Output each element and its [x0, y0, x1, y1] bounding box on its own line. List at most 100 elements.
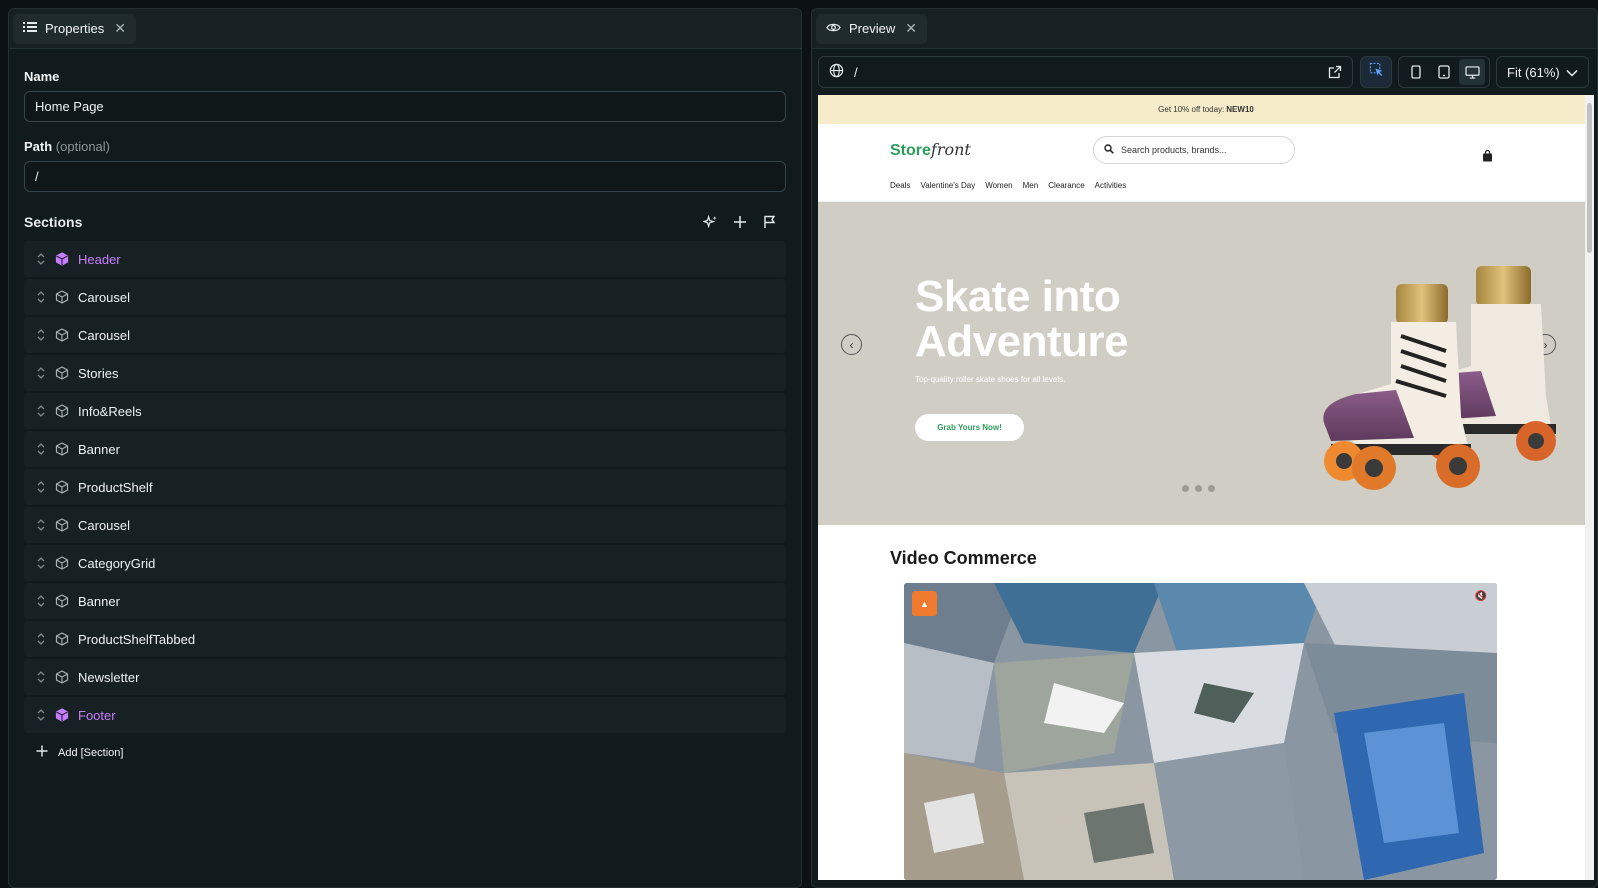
- properties-panel: Properties ✕ Name Home Page Path (option…: [8, 8, 802, 888]
- tab-preview[interactable]: Preview ✕: [816, 13, 927, 44]
- mute-icon[interactable]: 🔇: [1475, 591, 1487, 602]
- site-logo[interactable]: Storefront: [890, 140, 971, 160]
- hero-subtitle: Top-quality roller skate shoes for all l…: [915, 375, 1066, 384]
- desktop-icon[interactable]: [1459, 59, 1485, 85]
- promo-code: NEW10: [1226, 105, 1254, 114]
- drag-handle-icon[interactable]: [36, 443, 46, 455]
- cube-icon: [55, 518, 69, 532]
- roller-skates-image: [1323, 266, 1556, 490]
- sections-title: Sections: [24, 214, 83, 230]
- logo-italic-text: front: [930, 140, 971, 159]
- zoom-select[interactable]: Fit (61%): [1496, 56, 1589, 88]
- site-nav-item[interactable]: Clearance: [1048, 181, 1084, 190]
- drag-handle-icon[interactable]: [36, 481, 46, 493]
- site-nav-item[interactable]: Activities: [1095, 181, 1127, 190]
- sparkles-icon[interactable]: [702, 214, 718, 230]
- drag-handle-icon[interactable]: [36, 367, 46, 379]
- tablet-icon[interactable]: [1431, 59, 1457, 85]
- add-section-label: Add [Section]: [58, 746, 124, 759]
- section-row-carousel[interactable]: Carousel: [24, 507, 786, 543]
- drag-handle-icon[interactable]: [36, 709, 46, 721]
- drag-handle-icon[interactable]: [36, 557, 46, 569]
- section-row-stories[interactable]: Stories: [24, 355, 786, 391]
- site-nav-item[interactable]: Deals: [890, 181, 910, 190]
- name-label: Name: [24, 69, 60, 84]
- eye-icon: [826, 21, 841, 36]
- site-nav-item[interactable]: Women: [985, 181, 1012, 190]
- plus-icon: [36, 745, 48, 760]
- video-player[interactable]: ▲ 🔇: [904, 583, 1497, 880]
- section-row-productshelftabbed[interactable]: ProductShelfTabbed: [24, 621, 786, 657]
- drag-handle-icon[interactable]: [36, 329, 46, 341]
- video-commerce-title: Video Commerce: [890, 548, 1037, 568]
- promo-text: Get 10% off today:: [1158, 105, 1225, 114]
- section-row-carousel[interactable]: Carousel: [24, 317, 786, 353]
- drag-handle-icon[interactable]: [36, 519, 46, 531]
- drag-handle-icon[interactable]: [36, 633, 46, 645]
- preview-toolbar: Fit (61%): [1360, 56, 1589, 88]
- cube-icon: [55, 708, 69, 722]
- section-row-newsletter[interactable]: Newsletter: [24, 659, 786, 695]
- scrollbar-thumb[interactable]: [1587, 103, 1592, 253]
- video-frame-image: [904, 583, 1497, 880]
- shopping-bag-icon[interactable]: [1482, 149, 1493, 167]
- tab-properties[interactable]: Properties ✕: [13, 13, 136, 44]
- section-row-banner[interactable]: Banner: [24, 583, 786, 619]
- site-nav-item[interactable]: Valentine's Day: [920, 181, 975, 190]
- hero-cta-button[interactable]: Grab Yours Now!: [915, 414, 1024, 441]
- section-label: Carousel: [78, 327, 131, 343]
- add-section-button[interactable]: Add [Section]: [24, 735, 786, 770]
- site-nav-item[interactable]: Men: [1023, 181, 1039, 190]
- carousel-dot[interactable]: [1208, 485, 1215, 492]
- flag-icon[interactable]: [762, 214, 778, 230]
- select-element-button[interactable]: [1360, 56, 1392, 88]
- hero-carousel: Skate into Adventure Top-quality roller …: [818, 202, 1594, 525]
- cube-icon: [55, 480, 69, 494]
- sections-header: Sections: [24, 209, 786, 235]
- preview-panel: Preview ✕ / Fit (61%) Get 10% off today:…: [811, 8, 1598, 888]
- drag-handle-icon[interactable]: [36, 253, 46, 265]
- cube-icon: [55, 290, 69, 304]
- tab-preview-label: Preview: [849, 21, 896, 36]
- mobile-icon[interactable]: [1403, 59, 1429, 85]
- section-row-banner[interactable]: Banner: [24, 431, 786, 467]
- section-row-header[interactable]: Header: [24, 241, 786, 277]
- url-bar[interactable]: /: [818, 56, 1353, 88]
- cube-icon: [55, 632, 69, 646]
- drag-handle-icon[interactable]: [36, 671, 46, 683]
- properties-tabbar: Properties ✕: [9, 9, 801, 49]
- search-icon: [1104, 144, 1114, 156]
- section-label: Header: [78, 251, 121, 267]
- preview-scrollbar[interactable]: [1585, 95, 1594, 880]
- section-row-categorygrid[interactable]: CategoryGrid: [24, 545, 786, 581]
- path-field[interactable]: /: [24, 161, 786, 192]
- external-link-icon[interactable]: [1328, 65, 1342, 79]
- section-row-info-reels[interactable]: Info&Reels: [24, 393, 786, 429]
- carousel-dots: [1182, 485, 1215, 492]
- cube-icon: [55, 556, 69, 570]
- carousel-dot[interactable]: [1195, 485, 1202, 492]
- carousel-prev-icon[interactable]: ‹: [841, 334, 862, 355]
- cube-icon: [55, 404, 69, 418]
- path-optional-hint: (optional): [55, 139, 110, 154]
- close-icon[interactable]: ✕: [905, 20, 917, 37]
- section-label: Info&Reels: [78, 403, 142, 419]
- site-search-input[interactable]: Search products, brands...: [1093, 136, 1295, 164]
- section-row-productshelf[interactable]: ProductShelf: [24, 469, 786, 505]
- promo-banner: Get 10% off today: NEW10: [818, 95, 1594, 124]
- path-label: Path (optional): [24, 139, 786, 154]
- section-label: ProductShelfTabbed: [78, 631, 196, 647]
- plus-icon[interactable]: [732, 214, 748, 230]
- drag-handle-icon[interactable]: [36, 405, 46, 417]
- carousel-dot[interactable]: [1182, 485, 1189, 492]
- drag-handle-icon[interactable]: [36, 595, 46, 607]
- cube-icon: [55, 594, 69, 608]
- preview-viewport[interactable]: Get 10% off today: NEW10 Storefront Sear…: [818, 95, 1594, 880]
- section-row-carousel[interactable]: Carousel: [24, 279, 786, 315]
- section-row-footer[interactable]: Footer: [24, 697, 786, 733]
- drag-handle-icon[interactable]: [36, 291, 46, 303]
- name-field[interactable]: Home Page: [24, 91, 786, 122]
- close-icon[interactable]: ✕: [114, 20, 126, 37]
- hero-title-line-1: Skate into: [915, 272, 1121, 321]
- zoom-label: Fit (61%): [1507, 64, 1560, 80]
